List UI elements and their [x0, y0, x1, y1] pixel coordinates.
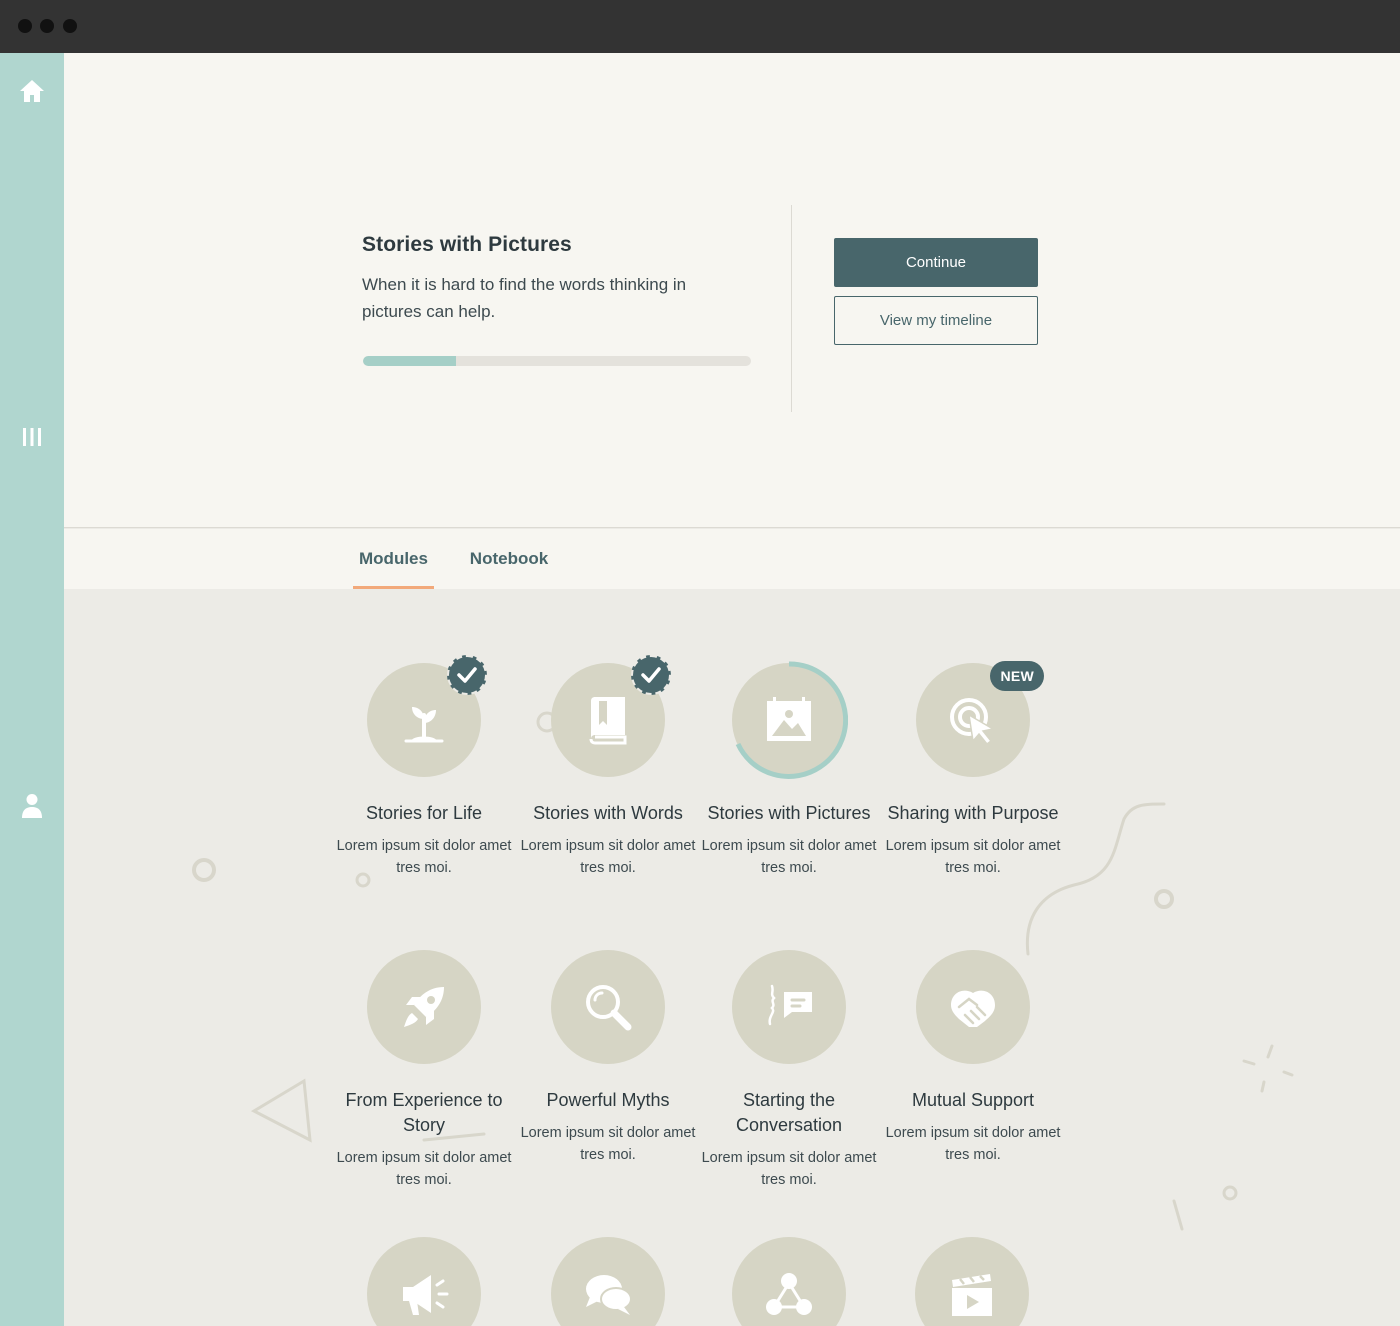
window-close-button[interactable]: [18, 19, 32, 33]
module-title: From Experience to Story: [345, 1090, 503, 1135]
module-card-stories-for-life[interactable]: Stories for Life Lorem ipsum sit dolor a…: [334, 655, 514, 879]
module-circle: [551, 1237, 665, 1326]
user-icon[interactable]: [16, 790, 48, 822]
network-icon: [766, 1273, 812, 1315]
completed-check-badge: [631, 655, 671, 695]
module-circle: [916, 950, 1030, 1064]
view-timeline-button[interactable]: View my timeline: [834, 296, 1038, 345]
window-maximize-button[interactable]: [63, 19, 77, 33]
window-minimize-button[interactable]: [40, 19, 54, 33]
module-circle: [915, 1237, 1029, 1326]
hero-divider: [791, 205, 792, 412]
module-card-powerful-myths[interactable]: Powerful Myths Lorem ipsum sit dolor ame…: [518, 950, 698, 1166]
module-circle: [551, 655, 671, 777]
module-card-megaphone[interactable]: [334, 1237, 514, 1326]
module-circle: [367, 655, 487, 777]
clapperboard-icon: [952, 1274, 992, 1316]
module-title: Mutual Support: [911, 1090, 1035, 1110]
module-title: Starting the Conversation: [735, 1090, 843, 1135]
magnifier-icon: [586, 985, 632, 1031]
module-description: Lorem ipsum sit dolor amet tres moi.: [520, 838, 696, 876]
module-description: Lorem ipsum sit dolor amet tres moi.: [701, 1150, 877, 1188]
continue-button[interactable]: Continue: [834, 238, 1038, 287]
module-circle: NEW: [916, 661, 1044, 777]
rocket-icon: [404, 987, 444, 1027]
module-title: Stories for Life: [365, 803, 483, 823]
module-title: Stories with Words: [533, 803, 683, 823]
tab-notebook[interactable]: Notebook: [464, 529, 554, 589]
megaphone-icon: [403, 1275, 449, 1315]
module-progress-bar: [363, 356, 751, 366]
module-description: Lorem ipsum sit dolor amet tres moi.: [520, 1125, 696, 1163]
conversation-icon: [768, 984, 812, 1026]
module-description: Lorem ipsum sit dolor amet tres moi.: [701, 838, 877, 876]
module-circle: [732, 1237, 846, 1326]
module-card-starting-the-conversation[interactable]: Starting the Conversation Lorem ipsum si…: [699, 950, 879, 1191]
home-icon[interactable]: [16, 75, 48, 107]
module-card-stories-with-pictures[interactable]: Stories with Pictures Lorem ipsum sit do…: [699, 661, 879, 879]
module-card-chat[interactable]: [518, 1237, 698, 1326]
target-cursor-icon: [950, 698, 996, 745]
module-card-video[interactable]: [882, 1237, 1062, 1326]
module-circle: [732, 661, 848, 779]
book-icon: [589, 697, 627, 745]
window-titlebar: [0, 0, 1400, 53]
module-card-network[interactable]: [699, 1237, 879, 1326]
sprout-icon: [404, 707, 444, 743]
module-progress-ring: [735, 661, 848, 779]
current-module-panel: Stories with Pictures When it is hard to…: [64, 53, 1400, 528]
module-card-stories-with-words[interactable]: Stories with Words Lorem ipsum sit dolor…: [518, 655, 698, 879]
chat-bubbles-icon: [586, 1275, 632, 1315]
module-card-sharing-with-purpose[interactable]: NEW Sharing with Purpose Lorem ipsum sit…: [883, 661, 1063, 879]
modules-grid: Stories for Life Lorem ipsum sit dolor a…: [64, 589, 1400, 1326]
module-card-mutual-support[interactable]: Mutual Support Lorem ipsum sit dolor ame…: [883, 950, 1063, 1166]
tab-modules[interactable]: Modules: [353, 529, 434, 589]
module-card-from-experience-to-story[interactable]: From Experience to Story Lorem ipsum sit…: [334, 950, 514, 1191]
module-title: Powerful Myths: [546, 1090, 670, 1110]
module-title: Stories with Pictures: [707, 803, 871, 823]
module-description: Lorem ipsum sit dolor amet tres moi.: [336, 838, 512, 876]
sidebar: [0, 53, 64, 1326]
completed-check-badge: [447, 655, 487, 695]
module-circle: [551, 950, 665, 1064]
tab-bar: Modules Notebook: [64, 529, 1400, 589]
module-circle: [732, 950, 846, 1064]
module-circle: [367, 1237, 481, 1326]
current-module-title: Stories with Pictures: [362, 233, 572, 256]
module-description: Lorem ipsum sit dolor amet tres moi.: [336, 1150, 512, 1188]
module-title: Sharing with Purpose: [887, 803, 1059, 823]
new-badge: NEW: [990, 661, 1044, 691]
module-description: Lorem ipsum sit dolor amet tres moi.: [885, 1125, 1061, 1163]
library-icon[interactable]: [16, 421, 48, 453]
module-description: Lorem ipsum sit dolor amet tres moi.: [885, 838, 1061, 876]
module-circle: [367, 950, 481, 1064]
handshake-icon: [951, 990, 995, 1027]
module-progress-fill: [363, 356, 457, 366]
current-module-description: When it is hard to find the words thinki…: [362, 275, 687, 321]
